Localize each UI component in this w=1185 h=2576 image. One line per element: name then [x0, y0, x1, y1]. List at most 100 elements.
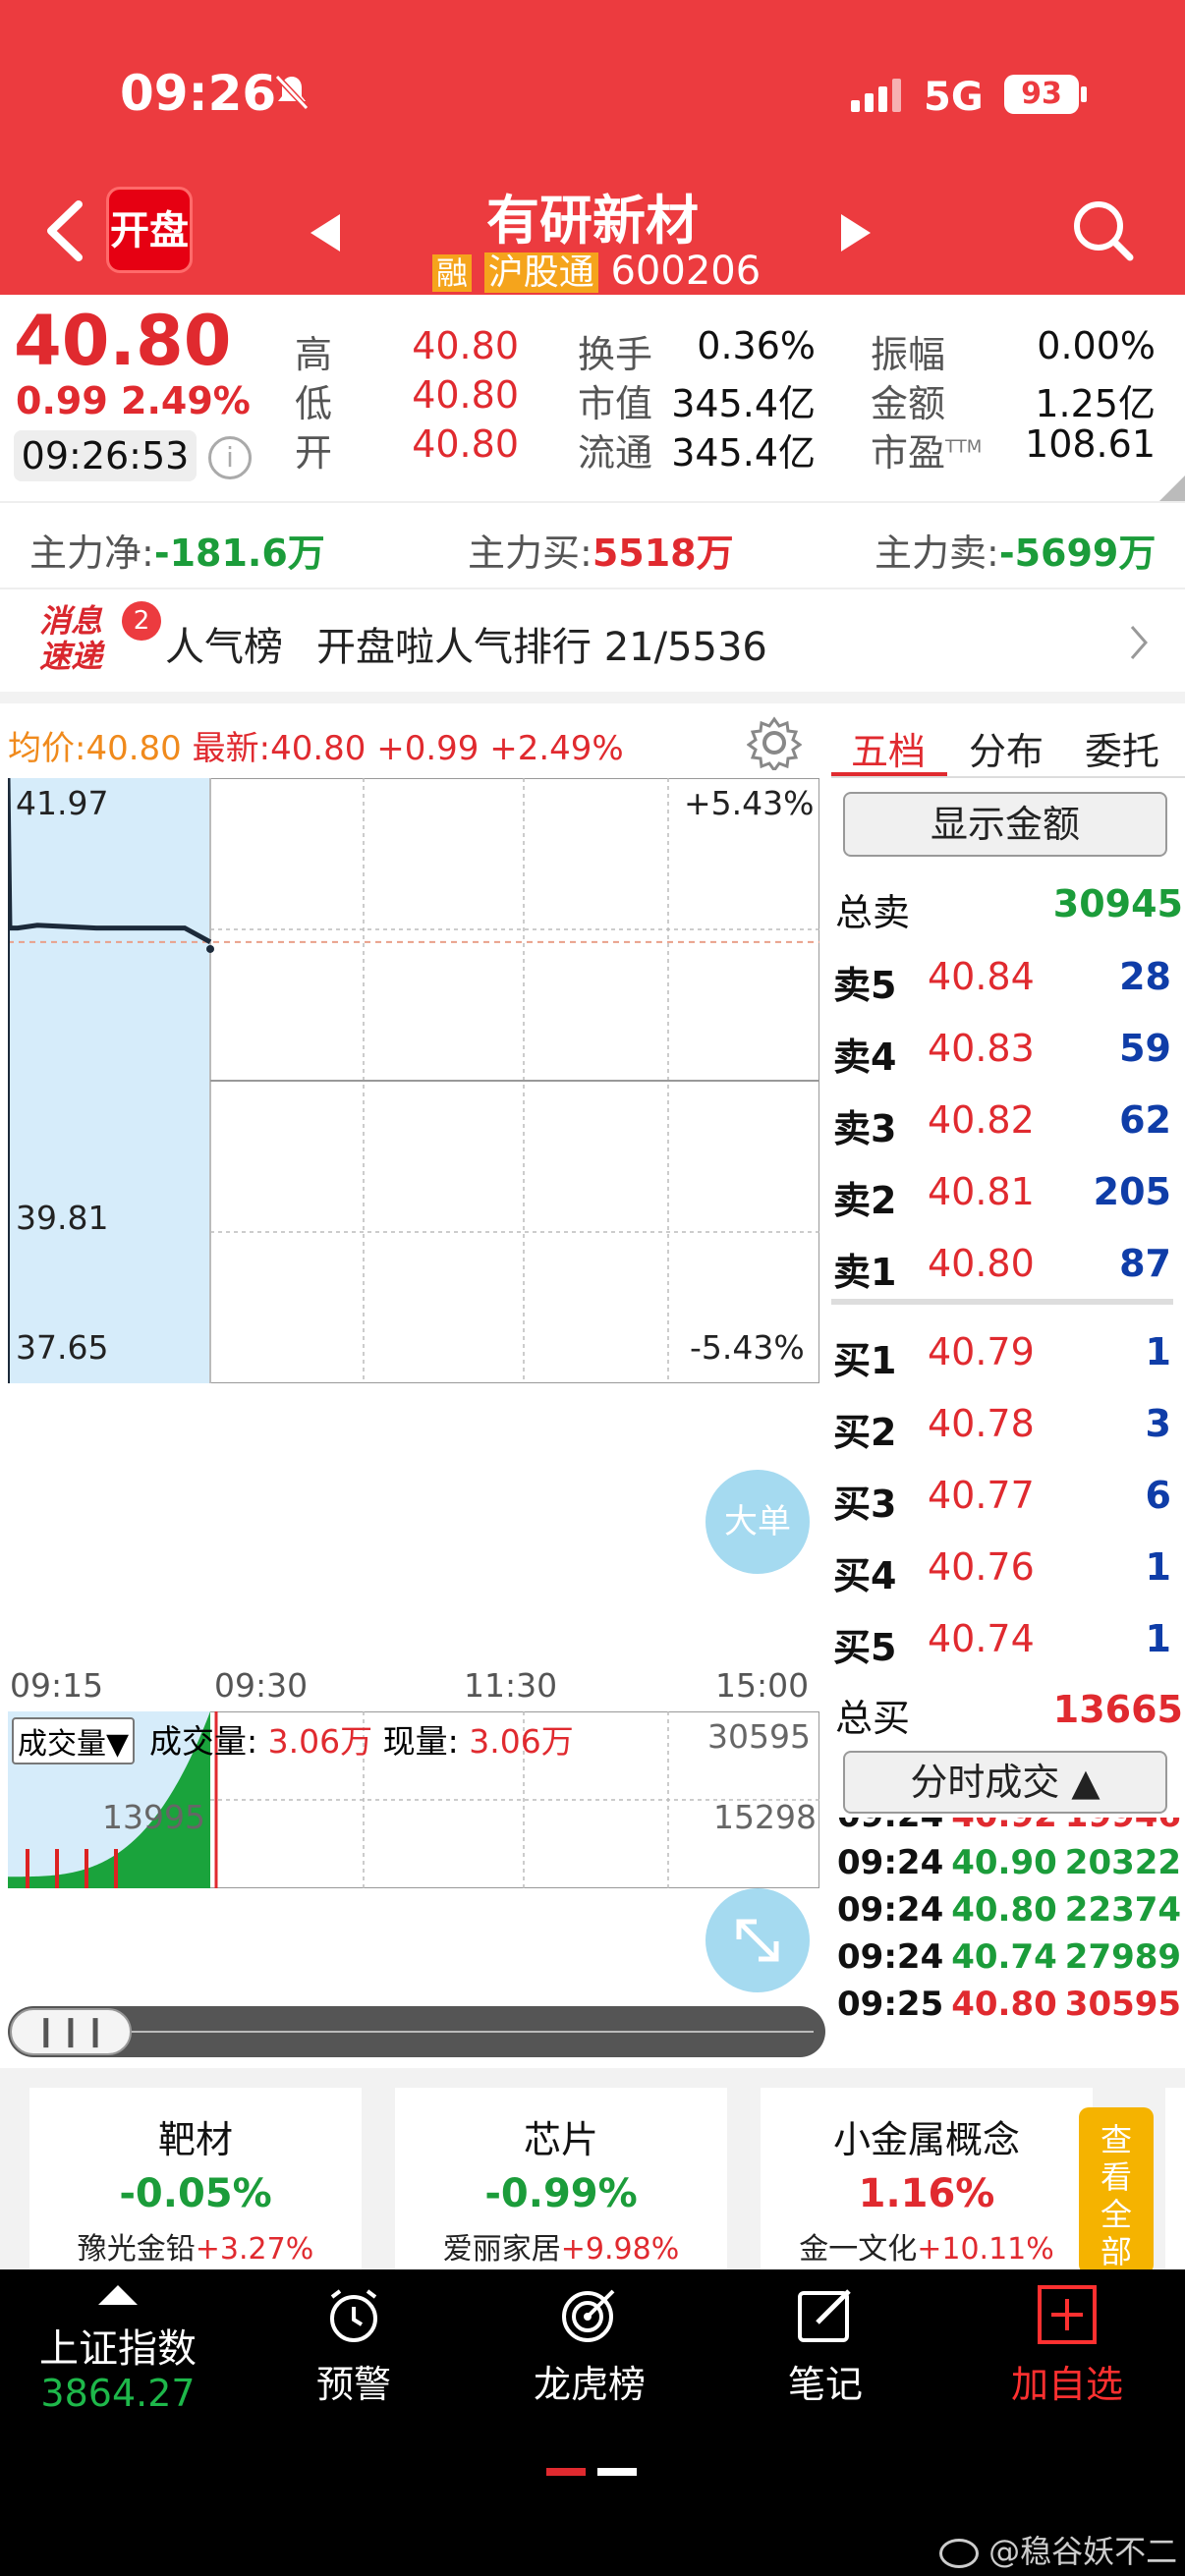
buy-level-label: 买1 [833, 1339, 897, 1382]
tab-commission[interactable]: 委托 [1085, 721, 1159, 775]
bottom-nav: 上证指数 3864.27 预警 龙虎榜 笔记 加自选 @稳谷妖不二 [0, 2269, 1185, 2576]
sell-level-volume: 205 [1093, 1170, 1171, 1213]
trade-volume: 22374 [1064, 1890, 1182, 1930]
stat-label: 开 [295, 431, 333, 475]
back-button[interactable] [39, 196, 88, 265]
sell-level-row[interactable]: 卖1 40.80 87 [831, 1230, 1185, 1301]
app-logo[interactable]: 开盘 [106, 187, 193, 273]
total-sell-value: 30945 [1052, 882, 1183, 925]
price-end-dot [206, 944, 214, 953]
latest-change: +0.99 [376, 729, 480, 768]
margin-tag: 融 [432, 254, 473, 292]
sell-level-row[interactable]: 卖2 40.81 205 [831, 1158, 1185, 1229]
main-buy: 主力买:5518万 [468, 523, 734, 577]
tab-five-level[interactable]: 五档 [851, 721, 926, 775]
prev-stock-button[interactable] [305, 208, 344, 257]
add-square-icon [1036, 2283, 1099, 2346]
watermark: @稳谷妖不二 [939, 2527, 1177, 2572]
time-scrollbar[interactable]: ❙❙❙ [8, 2006, 825, 2057]
trade-price: 40.90 [951, 1843, 1057, 1882]
y-mid-label: 39.81 [16, 1199, 109, 1237]
main-buy-label: 主力买: [468, 532, 592, 575]
scrollbar-handle[interactable]: ❙❙❙ [10, 2008, 132, 2055]
avg-price: 均价:40.80 [8, 729, 182, 768]
tick-trades-button[interactable]: 分时成交 ▲ [843, 1751, 1167, 1814]
edit-note-icon [794, 2283, 857, 2346]
sector-name: 靶材 [157, 2118, 233, 2161]
sector-card[interactable]: 芯片 -0.99% 爱丽家居+9.98% [395, 2088, 727, 2274]
trade-volume: 19946 [1065, 1818, 1181, 1835]
caret-up-icon [98, 2285, 138, 2305]
main-net: 主力净:-181.6万 [29, 523, 325, 577]
quote-panel: 40.80 0.99 2.49% 09:26:53 i 高 40.80 低 40.80… [0, 295, 1185, 501]
sell-level-volume: 28 [1119, 955, 1171, 998]
info-icon[interactable]: i [208, 436, 252, 479]
nav-alert[interactable]: 预警 [236, 2269, 472, 2466]
nav-add-watchlist-label: 加自选 [1010, 2363, 1123, 2406]
main-sell: 主力卖:-5699万 [875, 523, 1156, 577]
buy-level-volume: 1 [1145, 1330, 1171, 1373]
big-order-bubble[interactable]: 大单 [705, 1470, 810, 1574]
news-title: 人气榜 [165, 625, 283, 670]
sector-name: 小金属概念 [832, 2118, 1020, 2161]
news-row[interactable]: 消息 速递 2 人气榜 开盘啦人气排行 21/5536 [0, 589, 1185, 692]
next-stock-button[interactable] [837, 208, 876, 257]
buy-level-row[interactable]: 买1 40.79 1 [831, 1318, 1185, 1389]
sell-level-row[interactable]: 卖5 40.84 28 [831, 943, 1185, 1014]
volume-total: 3.06万 [267, 1722, 373, 1761]
quote-time: 09:26:53 [14, 430, 197, 481]
stat-value: 40.80 [412, 324, 519, 367]
buy-level-row[interactable]: 买2 40.78 3 [831, 1390, 1185, 1461]
tab-distribution[interactable]: 分布 [969, 721, 1044, 775]
volume-total-label: 成交量: [149, 1722, 258, 1761]
change-percent: 2.49% [121, 379, 251, 422]
show-amount-button[interactable]: 显示金额 [843, 792, 1167, 857]
buy-level-volume: 1 [1145, 1545, 1171, 1589]
buy-level-row[interactable]: 买4 40.76 1 [831, 1534, 1185, 1604]
page-dot-active [546, 2468, 586, 2476]
y-top-pct-label: +5.43% [684, 784, 815, 822]
intraday-chart[interactable]: 均价:40.80 最新:40.80 +0.99 +2.49% 41.97 39.… [0, 703, 825, 2057]
sell-level-row[interactable]: 卖4 40.83 59 [831, 1015, 1185, 1086]
expand-icon[interactable] [705, 1888, 810, 1992]
buy-level-row[interactable]: 买3 40.77 6 [831, 1462, 1185, 1533]
sector-card-edge [1165, 2088, 1185, 2274]
news-count-badge: 2 [122, 601, 161, 641]
nav-dragon-tiger[interactable]: 龙虎榜 [472, 2269, 707, 2466]
gear-icon[interactable] [746, 715, 803, 773]
buy-level-price: 40.77 [928, 1474, 1035, 1517]
app-header: 09:26 5G 93 开盘 有研新材 融 沪股通 600206 [0, 0, 1185, 295]
chart-header: 均价:40.80 最新:40.80 +0.99 +2.49% [8, 721, 624, 769]
total-buy-value: 13665 [1052, 1688, 1183, 1731]
index-widget[interactable]: 上证指数 3864.27 [0, 2269, 236, 2466]
volume-selector[interactable]: 成交量▼ [12, 1717, 136, 1764]
sell-level-row[interactable]: 卖3 40.82 62 [831, 1087, 1185, 1157]
lead-stock-name: 金一文化 [799, 2232, 918, 2267]
corner-marker [1159, 476, 1185, 501]
sector-card[interactable]: 靶材 -0.05% 豫光金铅+3.27% [29, 2088, 362, 2274]
x-label-1500: 15:00 [715, 1666, 810, 1705]
buy-level-row[interactable]: 买5 40.74 1 [831, 1605, 1185, 1676]
search-icon[interactable] [1069, 196, 1136, 263]
book-separator [831, 1299, 1173, 1305]
capital-flow-bar[interactable]: 主力净:-181.6万 主力买:5518万 主力卖:-5699万 [0, 501, 1185, 589]
main-buy-value: 5518万 [592, 532, 734, 575]
sector-lead-stock: 豫光金铅+3.27% [29, 2224, 362, 2268]
buy-level-label: 买3 [833, 1483, 897, 1526]
buy-level-label: 买4 [833, 1554, 897, 1597]
lead-stock-name: 豫光金铅 [77, 2232, 196, 2267]
trades-list: 09:2440.921994609:2440.902032209:2440.80… [831, 1818, 1185, 2034]
news-badge-bottom: 速递 [39, 638, 103, 675]
trade-row: 09:24 40.92 19946 [837, 1818, 1181, 1835]
view-all-button[interactable]: 查看全部 [1079, 2107, 1154, 2274]
lead-stock-change: +3.27% [195, 2232, 314, 2267]
nav-add-watchlist[interactable]: 加自选 [949, 2269, 1185, 2466]
sector-card[interactable]: 小金属概念 1.16% 金一文化+10.11% [761, 2088, 1093, 2274]
trade-row: 09:24 40.80 22374 [837, 1890, 1181, 1930]
nav-dragon-tiger-label: 龙虎榜 [533, 2363, 646, 2406]
latest-percent: +2.49% [489, 729, 624, 768]
stat-label: 低 [295, 382, 333, 425]
volume-marker-label: 13995 [102, 1798, 205, 1836]
nav-notes[interactable]: 笔记 [707, 2269, 943, 2466]
stat-label: 换手 [578, 333, 653, 376]
